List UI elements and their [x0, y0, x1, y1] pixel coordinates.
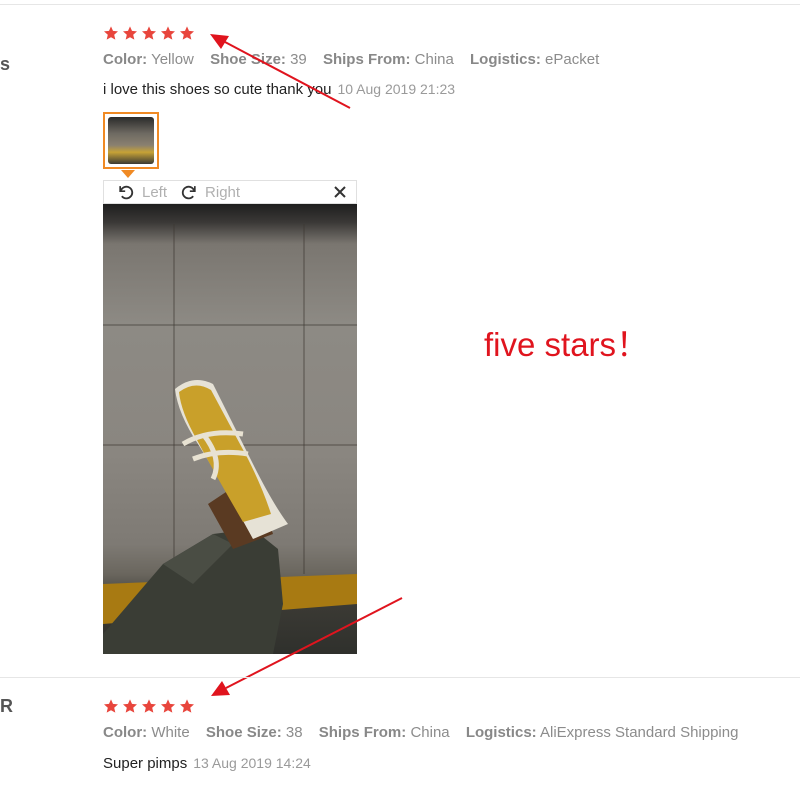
review-date: 13 Aug 2019 14:24	[193, 755, 311, 771]
review-date: 10 Aug 2019 21:23	[337, 81, 456, 97]
rating-stars	[103, 698, 195, 714]
star-icon	[141, 25, 157, 41]
close-icon[interactable]	[332, 184, 348, 200]
star-icon	[122, 698, 138, 714]
attr-color: Color: Yellow	[103, 51, 194, 68]
attr-ships-from: Ships From: China	[318, 724, 450, 741]
reviewer-name-fragment: R	[0, 696, 13, 716]
rotate-left-label: Left	[142, 183, 168, 201]
review-content: i love this shoes so cute thank you 10 Au…	[103, 81, 455, 98]
attr-shoe-size: Shoe Size: 39	[210, 51, 307, 68]
arrow-head	[210, 34, 229, 49]
rotate-left-button[interactable]: Left	[116, 182, 167, 202]
review-photo-thumbnail[interactable]	[103, 112, 159, 169]
attr-logistics: Logistics: AliExpress Standard Shipping	[465, 724, 739, 741]
attr-logistics: Logistics: ePacket	[470, 51, 600, 68]
rotate-right-icon	[181, 185, 196, 200]
review-text: Super pimps	[103, 755, 188, 772]
rating-stars	[103, 25, 195, 41]
shoe-photo-illustration	[103, 380, 357, 654]
rotate-right-label: Right	[205, 183, 241, 201]
review-content: Super pimps 13 Aug 2019 14:24	[103, 755, 311, 772]
annotation-text: five stars！	[484, 326, 650, 363]
review-text: i love this shoes so cute thank you	[103, 81, 332, 98]
review-photo-enlarged	[103, 204, 357, 654]
attr-ships-from: Ships From: China	[322, 51, 454, 68]
star-icon	[160, 25, 176, 41]
thumbnail-image	[108, 117, 154, 164]
top-divider	[0, 4, 800, 5]
star-icon	[122, 25, 138, 41]
star-icon	[141, 698, 157, 714]
thumbnail-caret	[121, 170, 135, 178]
review-attributes: Color: White Shoe Size: 38 Ships From: C…	[103, 724, 750, 741]
star-icon	[103, 25, 119, 41]
arrow-head	[211, 681, 230, 696]
reviewer-name-fragment: s	[0, 54, 11, 74]
star-icon	[179, 25, 195, 41]
star-icon	[179, 698, 195, 714]
review-divider	[0, 677, 800, 678]
rotate-left-icon	[119, 185, 134, 200]
image-viewer-toolbar: Left Right	[103, 180, 357, 204]
attr-color: Color: White	[103, 724, 190, 741]
attr-shoe-size: Shoe Size: 38	[205, 724, 303, 741]
star-icon	[103, 698, 119, 714]
rotate-right-button[interactable]: Right	[179, 182, 240, 202]
review-attributes: Color: Yellow Shoe Size: 39 Ships From: …	[103, 51, 611, 68]
star-icon	[160, 698, 176, 714]
